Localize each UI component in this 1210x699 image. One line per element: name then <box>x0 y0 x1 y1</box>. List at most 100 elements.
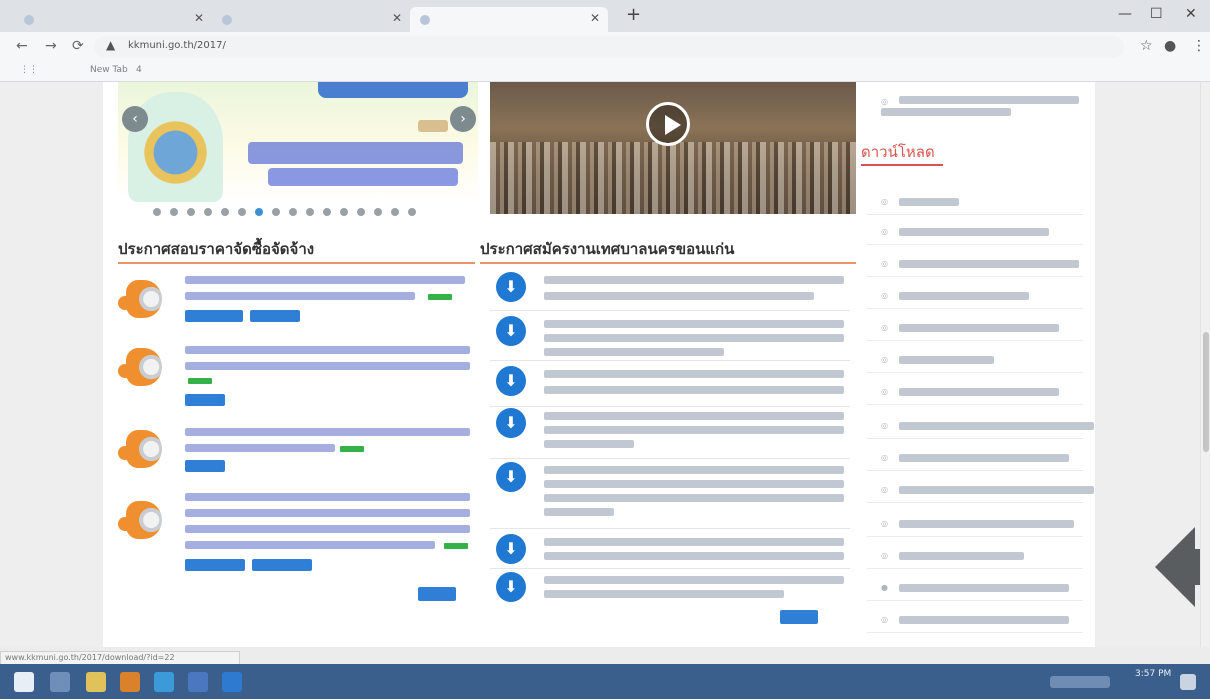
tag-button[interactable] <box>185 460 225 472</box>
item-text[interactable] <box>185 525 470 533</box>
item-text[interactable] <box>544 348 724 356</box>
item-text[interactable] <box>544 292 814 300</box>
slider-dot[interactable] <box>272 208 280 216</box>
slider-dot[interactable] <box>374 208 382 216</box>
procurement-item[interactable] <box>118 422 475 482</box>
download-icon[interactable]: ⬇ <box>496 462 526 492</box>
item-text[interactable] <box>544 480 844 488</box>
tag-button[interactable] <box>252 559 312 571</box>
play-icon[interactable] <box>646 102 690 146</box>
job-announcement-item[interactable]: ⬇ <box>490 366 856 402</box>
item-text[interactable] <box>544 494 844 502</box>
item-text[interactable] <box>544 334 844 342</box>
item-text[interactable] <box>185 444 335 452</box>
star-icon[interactable]: ☆ <box>1140 38 1153 54</box>
item-text[interactable] <box>899 96 1079 104</box>
item-text[interactable] <box>544 320 844 328</box>
chrome-icon[interactable] <box>188 672 208 692</box>
slider-dot[interactable] <box>323 208 331 216</box>
maximize-icon[interactable]: ☐ <box>1150 6 1163 22</box>
start-icon[interactable] <box>14 672 34 692</box>
slider-dot[interactable] <box>391 208 399 216</box>
app-icon[interactable] <box>120 672 140 692</box>
item-text[interactable] <box>899 584 1069 592</box>
procurement-item[interactable] <box>118 487 475 577</box>
job-announcement-item[interactable]: ⬇ <box>490 572 856 608</box>
item-text[interactable] <box>544 508 614 516</box>
item-text[interactable] <box>544 386 844 394</box>
download-icon[interactable]: ⬇ <box>496 534 526 564</box>
browser-tab[interactable]: ✕ <box>14 7 212 32</box>
read-more-button[interactable] <box>418 587 456 601</box>
browser-tab[interactable]: ✕ <box>212 7 410 32</box>
page-scrollbar[interactable] <box>1200 82 1210 647</box>
item-text[interactable] <box>185 276 465 284</box>
item-text[interactable] <box>899 260 1079 268</box>
procurement-item[interactable] <box>118 340 475 410</box>
slider-next-icon[interactable]: › <box>450 106 476 132</box>
slider-dot[interactable] <box>221 208 229 216</box>
slider-dot[interactable] <box>187 208 195 216</box>
system-tray[interactable] <box>1050 676 1110 688</box>
notification-icon[interactable] <box>1180 674 1196 690</box>
item-text[interactable] <box>544 370 844 378</box>
item-text[interactable] <box>544 590 784 598</box>
slider-dot[interactable] <box>204 208 212 216</box>
reload-icon[interactable]: ⟳ <box>72 38 84 54</box>
slider-dot[interactable] <box>153 208 161 216</box>
job-announcement-item[interactable]: ⬇ <box>490 408 856 454</box>
minimize-icon[interactable]: — <box>1118 6 1132 22</box>
item-text[interactable] <box>185 346 470 354</box>
search-icon[interactable] <box>50 672 70 692</box>
bookmark-item[interactable]: 4 <box>136 65 142 75</box>
banner-slider[interactable]: ‹ › <box>118 82 478 202</box>
item-text[interactable] <box>899 198 959 206</box>
close-icon[interactable]: ✕ <box>590 11 600 25</box>
edge-icon[interactable] <box>154 672 174 692</box>
download-icon[interactable]: ⬇ <box>496 408 526 438</box>
item-text[interactable] <box>544 412 844 420</box>
item-text[interactable] <box>544 552 844 560</box>
apps-icon[interactable]: ⋮⋮ <box>20 65 38 75</box>
item-text[interactable] <box>899 388 1059 396</box>
download-icon[interactable]: ⬇ <box>496 316 526 346</box>
slider-dot[interactable] <box>340 208 348 216</box>
address-bar[interactable]: ▲ kkmuni.go.th/2017/ <box>94 36 1124 58</box>
tag-button[interactable] <box>185 559 245 571</box>
slider-dot-active[interactable] <box>255 208 263 216</box>
plus-icon[interactable]: + <box>626 4 641 25</box>
item-text[interactable] <box>899 552 1024 560</box>
item-text[interactable] <box>544 276 844 284</box>
read-more-button[interactable] <box>780 610 818 624</box>
job-announcement-item[interactable]: ⬇ <box>490 316 856 362</box>
profile-icon[interactable]: ● <box>1164 38 1176 54</box>
bookmark-item[interactable]: New Tab <box>90 65 128 75</box>
slider-dot[interactable] <box>408 208 416 216</box>
item-text[interactable] <box>899 228 1049 236</box>
close-window-icon[interactable]: ✕ <box>1185 6 1197 22</box>
item-text[interactable] <box>544 426 844 434</box>
item-text[interactable] <box>185 509 470 517</box>
job-announcement-item[interactable]: ⬇ <box>490 462 856 524</box>
job-announcement-item[interactable]: ⬇ <box>490 534 856 570</box>
item-text[interactable] <box>899 616 1069 624</box>
slider-dot[interactable] <box>357 208 365 216</box>
item-text[interactable] <box>899 324 1059 332</box>
item-text[interactable] <box>185 493 470 501</box>
address-url[interactable]: kkmuni.go.th/2017/ <box>128 40 226 51</box>
file-explorer-icon[interactable] <box>86 672 106 692</box>
slider-dot[interactable] <box>170 208 178 216</box>
item-text[interactable] <box>899 454 1069 462</box>
item-text[interactable] <box>899 356 994 364</box>
download-icon[interactable]: ⬇ <box>496 366 526 396</box>
slider-dot[interactable] <box>289 208 297 216</box>
item-text[interactable] <box>544 440 634 448</box>
close-icon[interactable]: ✕ <box>194 11 204 25</box>
item-text[interactable] <box>185 292 415 300</box>
item-text[interactable] <box>185 541 435 549</box>
procurement-item[interactable] <box>118 272 475 332</box>
close-icon[interactable]: ✕ <box>392 11 402 25</box>
item-text[interactable] <box>544 576 844 584</box>
forward-icon[interactable]: → <box>45 38 57 54</box>
download-icon[interactable]: ⬇ <box>496 272 526 302</box>
